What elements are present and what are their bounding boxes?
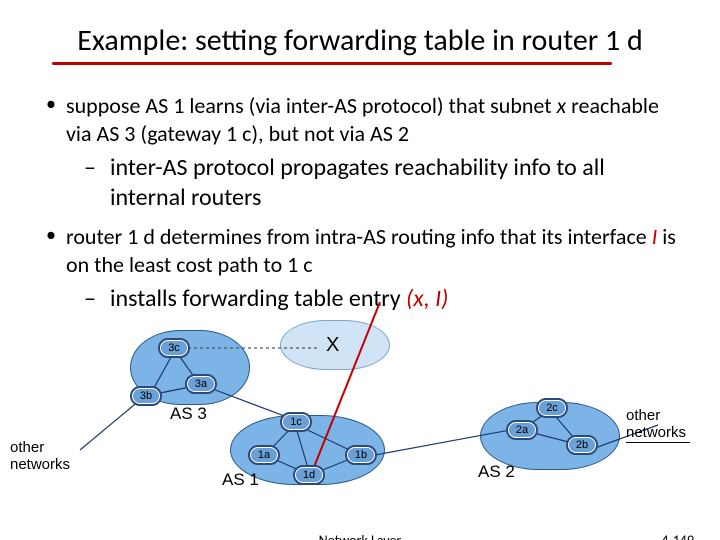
label-as2: AS 2 — [478, 462, 515, 482]
label-as3: AS 3 — [170, 404, 207, 424]
sub-bullet-1: inter-AS protocol propagates reachabilit… — [66, 153, 680, 213]
label-other-right: other networks — [626, 408, 686, 441]
page-title: Example: setting forwarding table in rou… — [0, 22, 720, 59]
bullet-list: suppose AS 1 learns (via inter-AS protoc… — [40, 92, 680, 324]
router-3c: 3c — [158, 338, 190, 358]
router-1d-label: 1d — [296, 468, 322, 482]
router-2c-label: 2c — [539, 401, 565, 415]
router-1c: 1c — [280, 412, 312, 432]
router-1b-label: 1b — [348, 448, 374, 462]
sub-2-entry: (x, I) — [406, 284, 448, 313]
label-x: X — [326, 334, 339, 357]
title-underline — [52, 62, 612, 65]
network-diagram: 3c 3b 3a 1c 1a 1d 1b 2a 2c 2b AS 3 AS 1 … — [30, 330, 690, 510]
bullet-2: router 1 d determines from intra-AS rout… — [40, 223, 680, 314]
label-other-left: other networks — [10, 440, 70, 473]
router-1c-label: 1c — [283, 415, 309, 429]
router-1a-label: 1a — [251, 448, 277, 462]
bullet-2-text-pre: router 1 d determines from intra-AS rout… — [66, 223, 652, 250]
router-2a-label: 2a — [509, 423, 535, 437]
label-as1: AS 1 — [222, 470, 259, 490]
sub-bullet-2: installs forwarding table entry (x, I) — [66, 284, 680, 314]
bullet-1-x: x — [557, 92, 567, 119]
router-1b: 1b — [345, 445, 377, 465]
netlabel-right-underline — [626, 442, 690, 443]
router-3b-label: 3b — [133, 389, 159, 403]
router-2a: 2a — [506, 420, 538, 440]
router-3a-label: 3a — [188, 377, 214, 391]
bullet-1-text-pre: suppose AS 1 learns (via inter-AS protoc… — [66, 92, 557, 119]
router-1d: 1d — [293, 465, 325, 485]
footer-center: Network Layer — [0, 532, 720, 540]
router-3a: 3a — [185, 374, 217, 394]
footer-page-number: 4-149 — [661, 532, 694, 540]
router-2b-label: 2b — [569, 438, 595, 452]
router-2c: 2c — [536, 398, 568, 418]
router-2b: 2b — [566, 435, 598, 455]
sub-2-pre: installs forwarding table entry — [110, 284, 406, 313]
router-3b: 3b — [130, 386, 162, 406]
bullet-1: suppose AS 1 learns (via inter-AS protoc… — [40, 92, 680, 213]
router-3c-label: 3c — [161, 341, 187, 355]
router-1a: 1a — [248, 445, 280, 465]
